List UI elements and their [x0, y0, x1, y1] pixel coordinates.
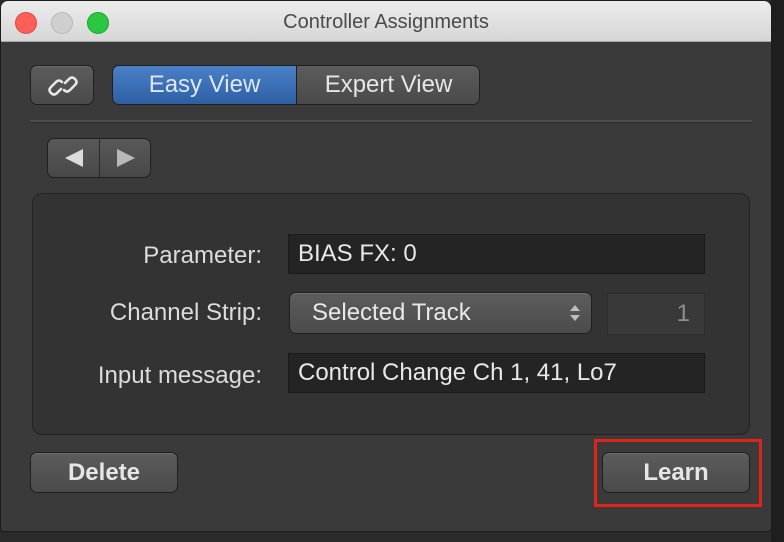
input-message-field[interactable]: Control Change Ch 1, 41, Lo7 — [288, 353, 705, 393]
assignment-navigation — [47, 138, 151, 178]
channel-strip-value: Selected Track — [312, 299, 471, 326]
title-bar[interactable]: Controller Assignments — [1, 1, 771, 42]
channel-strip-number-field: 1 — [607, 293, 705, 335]
tab-expert-view[interactable]: Expert View — [296, 66, 479, 104]
background-window-edge — [771, 0, 784, 542]
controller-assignments-window: Controller Assignments Easy View Expert … — [0, 0, 772, 532]
link-icon — [48, 76, 78, 96]
triangle-left-icon — [65, 149, 83, 167]
channel-strip-select[interactable]: Selected Track — [289, 292, 592, 334]
learn-highlight-box — [594, 439, 762, 507]
link-button[interactable] — [30, 65, 94, 105]
delete-button[interactable]: Delete — [30, 452, 178, 493]
toolbar-divider — [30, 120, 752, 123]
tab-easy-view[interactable]: Easy View — [113, 66, 296, 104]
input-message-label: Input message: — [97, 362, 262, 389]
parameter-label: Parameter: — [143, 242, 262, 269]
channel-strip-label: Channel Strip: — [109, 299, 262, 326]
parameter-field[interactable]: BIAS FX: 0 — [288, 234, 705, 274]
previous-assignment-button[interactable] — [48, 139, 100, 177]
window-title: Controller Assignments — [283, 11, 489, 33]
updown-arrows-icon — [570, 305, 580, 321]
view-mode-segmented-control: Easy View Expert View — [112, 65, 480, 105]
next-assignment-button[interactable] — [100, 139, 150, 177]
triangle-right-icon — [117, 149, 135, 167]
